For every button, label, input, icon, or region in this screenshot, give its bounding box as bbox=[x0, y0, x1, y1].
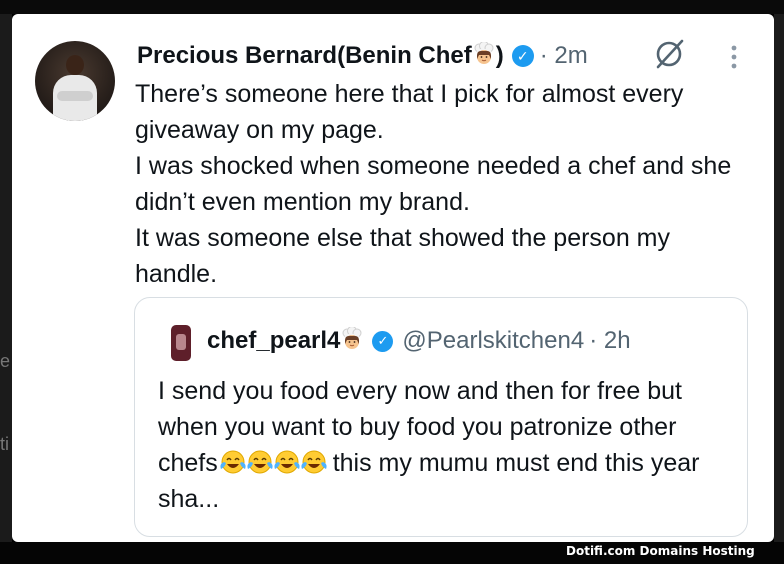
author-name[interactable]: Precious Bernard(Benin Chef) bbox=[137, 42, 504, 70]
left-background-edge: e ti bbox=[0, 14, 12, 542]
tears-of-joy-emoji-icon bbox=[247, 450, 273, 474]
tweet-paragraph: There’s someone here that I pick for alm… bbox=[135, 80, 684, 144]
tweet-paragraph: I was shocked when someone needed a chef… bbox=[135, 152, 732, 216]
quoted-tweet-timestamp[interactable]: · 2h bbox=[589, 327, 630, 355]
quoted-author-avatar[interactable] bbox=[171, 325, 191, 361]
tweet-timestamp[interactable]: · 2m bbox=[540, 42, 588, 70]
tears-of-joy-emoji-icon bbox=[220, 450, 246, 474]
chef-emoji-icon bbox=[474, 42, 494, 64]
tears-of-joy-emoji-icon bbox=[301, 450, 327, 474]
tweet-paragraph: It was someone else that showed the pers… bbox=[135, 224, 671, 288]
slash-circle-icon[interactable] bbox=[651, 38, 687, 70]
tweet-body: There’s someone here that I pick for alm… bbox=[135, 76, 745, 292]
edge-text-fragment-bottom: ti bbox=[0, 434, 9, 454]
verified-badge-icon: ✓ bbox=[511, 45, 534, 67]
right-background-edge bbox=[774, 14, 784, 542]
quoted-tweet-card[interactable]: chef_pearl4 ✓ @Pearlskitchen4 · 2h I sen… bbox=[134, 297, 748, 537]
more-vertical-icon[interactable] bbox=[724, 42, 744, 72]
tweet-card[interactable]: Precious Bernard(Benin Chef) ✓ · 2m Ther… bbox=[12, 14, 774, 542]
edge-text-fragment-top: e bbox=[0, 351, 11, 371]
quoted-tweet-header: chef_pearl4 ✓ @Pearlskitchen4 · 2h bbox=[207, 324, 631, 358]
tears-of-joy-emoji-icon bbox=[274, 450, 300, 474]
quoted-tweet-body: I send you food every now and then for f… bbox=[158, 373, 738, 517]
author-avatar[interactable] bbox=[35, 41, 115, 121]
verified-badge-icon: ✓ bbox=[372, 330, 394, 352]
quoted-author-name[interactable]: chef_pearl4 bbox=[207, 327, 364, 355]
top-frame-strip bbox=[0, 0, 784, 14]
chef-emoji-icon bbox=[342, 327, 362, 349]
quoted-author-handle[interactable]: @Pearlskitchen4 bbox=[402, 327, 584, 355]
tweet-header: Precious Bernard(Benin Chef) ✓ · 2m bbox=[137, 39, 588, 73]
watermark-text: Dotifi.com Domains Hosting bbox=[566, 544, 755, 558]
